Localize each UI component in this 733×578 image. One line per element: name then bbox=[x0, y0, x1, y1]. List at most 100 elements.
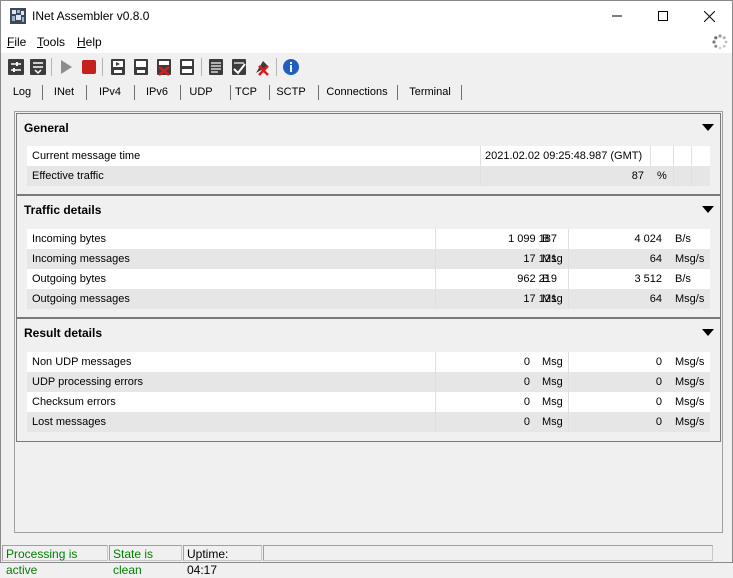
table-row: Incoming messages 17 121 Msg 64 Msg/s bbox=[27, 249, 710, 269]
tab-inet[interactable]: INet bbox=[47, 82, 81, 102]
tab-ipv6[interactable]: IPv6 bbox=[139, 82, 175, 102]
toolbar bbox=[1, 54, 732, 80]
status-uptime: Uptime: 04:17 bbox=[183, 545, 262, 577]
window-title: INet Assembler v0.8.0 bbox=[32, 9, 150, 23]
minimize-button[interactable] bbox=[594, 1, 640, 31]
tab-separator bbox=[318, 85, 319, 100]
tab-separator bbox=[269, 85, 270, 100]
row-value: 0 bbox=[523, 356, 530, 368]
tab-sctp[interactable]: SCTP bbox=[273, 82, 309, 102]
traffic-section: Traffic details Incoming bytes 1 099 187… bbox=[16, 195, 721, 318]
stop-icon[interactable] bbox=[80, 58, 98, 76]
row-label: Outgoing bytes bbox=[32, 273, 106, 285]
general-section: General Current message time 2021.02.02 … bbox=[16, 113, 721, 195]
log-clear-icon[interactable] bbox=[253, 58, 271, 76]
title-bar: INet Assembler v0.8.0 bbox=[1, 1, 732, 31]
cell-divider bbox=[435, 289, 436, 309]
row-value: 962 219 bbox=[517, 273, 557, 285]
cell-divider bbox=[435, 229, 436, 249]
cell-divider bbox=[568, 229, 569, 249]
row-value: 17 121 bbox=[523, 293, 557, 305]
busy-spinner-icon bbox=[712, 34, 728, 50]
tab-connections[interactable]: Connections bbox=[323, 82, 391, 102]
table-row: Lost messages 0 Msg 0 Msg/s bbox=[27, 412, 710, 432]
size-grip[interactable] bbox=[714, 545, 731, 561]
cell-divider bbox=[568, 372, 569, 392]
row-unit: Msg bbox=[542, 293, 563, 305]
cell-divider bbox=[568, 249, 569, 269]
row-label: UDP processing errors bbox=[32, 376, 144, 388]
traffic-grid: Incoming bytes 1 099 187 B 4 024 B/s Inc… bbox=[27, 229, 710, 309]
play-icon[interactable] bbox=[57, 58, 75, 76]
clear-icon[interactable] bbox=[155, 58, 173, 76]
row-value: 0 bbox=[523, 396, 530, 408]
row-rate: 0 bbox=[655, 396, 662, 408]
result-grid: Non UDP messages 0 Msg 0 Msg/s UDP proce… bbox=[27, 352, 710, 432]
menu-file[interactable]: File bbox=[7, 35, 26, 49]
import-icon[interactable] bbox=[178, 58, 196, 76]
row-unit: Msg bbox=[542, 416, 563, 428]
menu-help[interactable]: Help bbox=[77, 35, 102, 49]
tab-log[interactable]: Log bbox=[7, 82, 37, 102]
table-row: Outgoing bytes 962 219 B 3 512 B/s bbox=[27, 269, 710, 289]
collapse-arrow-icon[interactable] bbox=[702, 206, 714, 213]
tab-terminal[interactable]: Terminal bbox=[402, 82, 458, 102]
export-all-icon[interactable] bbox=[132, 58, 150, 76]
close-icon bbox=[703, 10, 715, 22]
export-icon[interactable] bbox=[109, 58, 127, 76]
row-unit: Msg bbox=[542, 396, 563, 408]
result-title: Result details bbox=[24, 326, 103, 340]
log-check-icon[interactable] bbox=[230, 58, 248, 76]
collapse-arrow-icon[interactable] bbox=[702, 329, 714, 336]
cell-divider bbox=[568, 289, 569, 309]
toolbar-separator bbox=[102, 58, 103, 76]
cell-divider bbox=[650, 146, 651, 166]
menu-help-label: elp bbox=[85, 35, 102, 49]
log-icon[interactable] bbox=[207, 58, 225, 76]
maximize-button[interactable] bbox=[640, 1, 686, 31]
general-grid: Current message time 2021.02.02 09:25:48… bbox=[27, 146, 710, 186]
row-unit: B bbox=[542, 233, 550, 245]
row-rate: 4 024 bbox=[634, 233, 662, 245]
cell-divider bbox=[691, 166, 692, 186]
close-button[interactable] bbox=[686, 1, 732, 31]
row-rate-unit: Msg/s bbox=[675, 396, 705, 408]
result-section: Result details Non UDP messages 0 Msg 0 … bbox=[16, 318, 721, 442]
save-settings-icon[interactable] bbox=[29, 58, 47, 76]
status-processing: Processing is active bbox=[2, 545, 108, 577]
tab-separator bbox=[230, 85, 231, 100]
menu-tools[interactable]: Tools bbox=[37, 35, 65, 49]
row-unit: Msg bbox=[542, 356, 563, 368]
cell-divider bbox=[480, 146, 481, 166]
row-rate: 64 bbox=[649, 293, 662, 305]
tab-ipv4[interactable]: IPv4 bbox=[91, 82, 129, 102]
cell-divider bbox=[435, 412, 436, 432]
tab-separator bbox=[397, 85, 398, 100]
cell-divider bbox=[435, 372, 436, 392]
settings-icon[interactable] bbox=[7, 58, 25, 76]
tab-separator bbox=[461, 85, 462, 100]
collapse-arrow-icon[interactable] bbox=[702, 124, 714, 131]
row-label: Checksum errors bbox=[32, 396, 116, 408]
tab-separator bbox=[86, 85, 87, 100]
row-value: 17 121 bbox=[523, 253, 557, 265]
row-label: Lost messages bbox=[32, 416, 106, 428]
cell-divider bbox=[435, 392, 436, 412]
cell-divider bbox=[673, 146, 674, 166]
row-rate-unit: B/s bbox=[675, 233, 691, 245]
tab-udp[interactable]: UDP bbox=[185, 82, 217, 102]
table-row: Outgoing messages 17 121 Msg 64 Msg/s bbox=[27, 289, 710, 309]
row-label: Non UDP messages bbox=[32, 356, 132, 368]
info-icon[interactable] bbox=[282, 58, 300, 76]
maximize-icon bbox=[658, 11, 668, 21]
tab-separator bbox=[42, 85, 43, 100]
row-label: Effective traffic bbox=[32, 170, 104, 182]
row-label: Current message time bbox=[32, 150, 141, 162]
status-empty-panel bbox=[263, 545, 713, 561]
row-rate-unit: Msg/s bbox=[675, 416, 705, 428]
tab-tcp[interactable]: TCP bbox=[233, 82, 259, 102]
row-rate-unit: Msg/s bbox=[675, 356, 705, 368]
row-value: 0 bbox=[523, 376, 530, 388]
cell-divider bbox=[673, 166, 674, 186]
toolbar-separator bbox=[201, 58, 202, 76]
